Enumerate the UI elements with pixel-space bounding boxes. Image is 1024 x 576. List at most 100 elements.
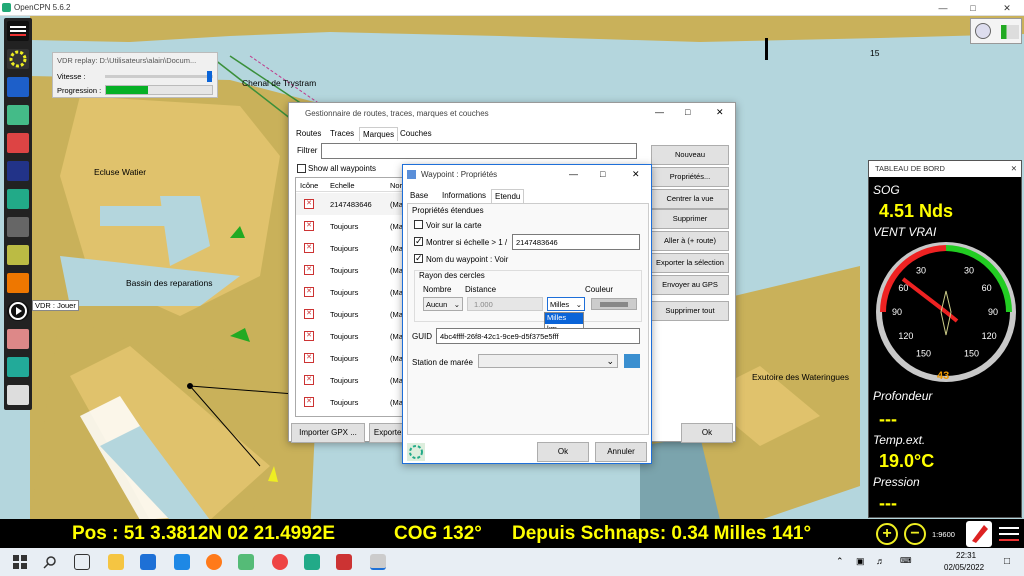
tray-chevron-icon[interactable]: ⌃ (836, 556, 844, 567)
col-name[interactable]: Nor (390, 181, 402, 190)
tab-couches[interactable]: Couches (397, 127, 435, 141)
app-icon[interactable] (238, 554, 254, 570)
table-row[interactable]: ✕ Toujours (Ma (296, 391, 404, 413)
search-icon[interactable] (42, 554, 58, 570)
table-row[interactable]: ✕ Toujours (Ma (296, 347, 404, 369)
tide-current-icon[interactable] (7, 273, 29, 293)
rm-maximize-button[interactable]: □ (685, 107, 690, 117)
mob-icon[interactable] (966, 521, 992, 547)
chrome-icon[interactable] (272, 554, 288, 570)
ais-icon[interactable] (7, 189, 29, 209)
rm-action-button[interactable]: Propriétés... (651, 167, 729, 187)
table-row[interactable]: ✕ Toujours (Ma (296, 281, 404, 303)
tab-informations[interactable]: Informations (439, 189, 489, 203)
dashboard-close-icon[interactable]: ✕ (1011, 161, 1017, 177)
table-row[interactable]: ✕ Toujours (Ma (296, 259, 404, 281)
col-scale[interactable]: Echelle (330, 181, 355, 190)
chart-quilt-icon[interactable] (7, 161, 29, 181)
wp-minimize-button[interactable]: — (569, 169, 578, 179)
show-on-chart-checkbox[interactable] (414, 220, 423, 229)
gps-status-widget[interactable] (970, 18, 1022, 44)
network-icon[interactable]: ▣ (856, 556, 865, 567)
zoom-out-icon[interactable]: − (904, 523, 926, 545)
import-gpx-button[interactable]: Importer GPX ... (291, 423, 365, 443)
rm-ok-button[interactable]: Ok (681, 423, 733, 443)
maximize-button[interactable]: □ (958, 0, 988, 16)
table-row[interactable]: ✕ Toujours (Ma (296, 215, 404, 237)
notifications-icon[interactable]: □ (1004, 556, 1010, 567)
file-explorer-icon[interactable] (108, 554, 124, 570)
rocket-icon[interactable] (7, 357, 29, 377)
tab-etendu[interactable]: Etendu (491, 189, 525, 203)
rm-action-button[interactable]: Nouveau (651, 145, 729, 165)
guid-input[interactable] (436, 328, 640, 344)
wp-ok-button[interactable]: Ok (537, 442, 589, 462)
unit-option-milles[interactable]: Milles (545, 313, 583, 324)
rm-close-button[interactable]: ✕ (716, 107, 724, 118)
rm-action-button[interactable]: Supprimer (651, 209, 729, 229)
settings-gear-icon[interactable] (407, 443, 425, 461)
volume-icon[interactable]: ♬ (876, 556, 885, 566)
filter-input[interactable] (321, 143, 637, 159)
table-row[interactable]: ✕ Toujours (Ma (296, 369, 404, 391)
wp-cancel-button[interactable]: Annuler (595, 442, 647, 462)
windows-start-icon[interactable] (12, 554, 28, 570)
rm-action-button[interactable]: Exporter la sélection (651, 253, 729, 273)
rm-minimize-button[interactable]: — (655, 107, 664, 117)
route-icon[interactable] (7, 77, 29, 97)
table-row[interactable]: ✕ Toujours (Ma (296, 325, 404, 347)
tab-marques[interactable]: Marques (359, 127, 399, 141)
show-if-scale-checkbox[interactable] (414, 236, 423, 247)
onenote-icon[interactable] (336, 554, 352, 570)
task-view-icon[interactable] (74, 554, 90, 570)
menu-icon[interactable] (996, 521, 1022, 547)
ring-distance-input[interactable]: 1.000 (467, 297, 543, 311)
tab-routes[interactable]: Routes (293, 127, 324, 141)
tab-base[interactable]: Base (407, 189, 431, 203)
tab-traces[interactable]: Traces (327, 127, 357, 141)
tide-chart-icon[interactable] (624, 354, 640, 368)
clock-time: 22:31 (956, 551, 977, 560)
minimize-button[interactable]: — (928, 0, 958, 16)
vdr-speed-slider[interactable] (105, 71, 213, 82)
table-row[interactable]: ✕ Toujours (Ma (296, 237, 404, 259)
show-all-checkbox[interactable] (297, 164, 306, 173)
waypoint-marker-icon: ✕ (304, 287, 314, 297)
table-row[interactable]: ✕ 2147483646 (Ma (296, 193, 404, 215)
ring-unit-select[interactable]: Milles ⌄ (547, 297, 585, 311)
vdr-speed-handle[interactable] (207, 71, 212, 82)
zoom-in-icon[interactable]: + (876, 523, 898, 545)
download-icon[interactable] (7, 245, 29, 265)
firefox-icon[interactable] (206, 554, 222, 570)
wp-close-button[interactable]: ✕ (632, 169, 640, 180)
text-list-icon[interactable] (7, 217, 29, 237)
ring-color-button[interactable] (591, 298, 637, 310)
rm-action-button[interactable]: Centrer la vue (651, 189, 729, 209)
opencpn-task-icon[interactable] (370, 554, 386, 570)
rm-tabs: Routes Traces Marques Couches (293, 127, 493, 141)
app-icon-2[interactable] (304, 554, 320, 570)
keyboard-icon[interactable]: ⌨ (900, 556, 912, 565)
store-icon[interactable] (140, 554, 156, 570)
table-row[interactable]: ✕ Toujours (Ma (296, 303, 404, 325)
chevron-down-icon: ⌄ (606, 356, 614, 366)
rm-action-button[interactable]: Aller à (+ route) (651, 231, 729, 251)
wp-maximize-button[interactable]: □ (600, 169, 605, 179)
route-manager-icon[interactable] (7, 105, 29, 125)
rm-action-button[interactable]: Supprimer tout (651, 301, 729, 321)
scale-input[interactable] (512, 234, 640, 250)
col-icon[interactable]: Icône (300, 181, 318, 190)
track-icon[interactable] (7, 133, 29, 153)
menu-icon[interactable] (7, 21, 29, 41)
close-button[interactable]: ✕ (992, 0, 1022, 16)
show-name-checkbox[interactable] (414, 253, 423, 264)
ring-number-select[interactable]: Aucun ⌄ (423, 297, 463, 311)
log-book-icon[interactable] (7, 385, 29, 405)
man-overboard-icon[interactable] (7, 329, 29, 349)
tide-station-select[interactable]: ⌄ (478, 354, 618, 368)
settings-gear-icon[interactable] (7, 49, 29, 69)
rm-action-button[interactable]: Envoyer au GPS (651, 275, 729, 295)
mail-icon[interactable] (174, 554, 190, 570)
vdr-play-icon[interactable] (7, 301, 29, 321)
waypoint-list[interactable]: Icône Echelle Nor ✕ 2147483646 (Ma ✕ Toujour… (295, 177, 405, 417)
